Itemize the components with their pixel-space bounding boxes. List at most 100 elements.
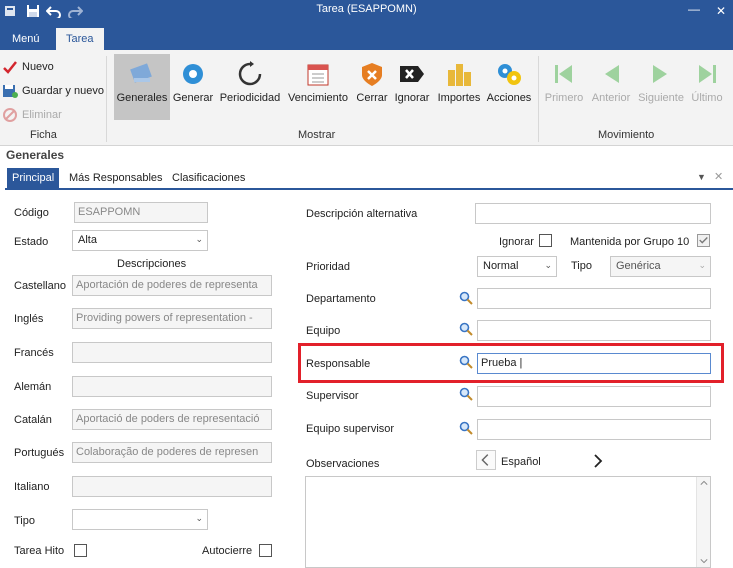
desc-alt-label: Descripción alternativa xyxy=(306,208,418,220)
desc-catalan-field[interactable]: Aportació de poders de representació xyxy=(72,409,272,430)
shield-x-icon xyxy=(362,63,382,86)
chevron-left-icon xyxy=(481,454,489,466)
language-prev-button[interactable] xyxy=(476,450,496,470)
tipo-right-select[interactable]: Genérica ⌄ xyxy=(610,256,711,277)
chevron-down-icon[interactable] xyxy=(698,557,710,565)
cerrar-button[interactable]: Cerrar xyxy=(354,54,390,120)
last-label: Último xyxy=(691,92,723,104)
ignorar-button[interactable]: Ignorar xyxy=(394,54,430,120)
tab-mas-responsables[interactable]: Más Responsables xyxy=(64,168,168,189)
last-button[interactable]: Último xyxy=(688,54,726,120)
search-icon[interactable] xyxy=(459,421,473,435)
checkmark-icon xyxy=(3,61,17,74)
generar-label: Generar xyxy=(172,92,214,104)
close-icon[interactable]: ✕ xyxy=(716,4,726,18)
search-icon[interactable] xyxy=(459,355,473,369)
tipo-select[interactable]: ⌄ xyxy=(72,509,208,530)
ignorar-checkbox[interactable] xyxy=(539,234,552,247)
estado-label: Estado xyxy=(14,236,49,248)
chevron-down-icon: ⌄ xyxy=(698,260,706,270)
tarea-hito-checkbox[interactable] xyxy=(74,544,87,557)
generales-button[interactable]: Generales xyxy=(114,54,170,120)
minimize-icon[interactable]: — xyxy=(688,2,700,16)
departamento-field[interactable] xyxy=(477,288,711,309)
prioridad-select[interactable]: Normal ⌄ xyxy=(477,256,557,277)
periodicidad-button[interactable]: Periodicidad xyxy=(218,54,282,120)
periodicidad-label: Periodicidad xyxy=(219,92,281,104)
previous-button[interactable]: Anterior xyxy=(588,54,634,120)
mantenida-checkbox[interactable] xyxy=(697,234,710,247)
search-icon[interactable] xyxy=(459,322,473,336)
supervisor-field[interactable] xyxy=(477,386,711,407)
ignorar-label: Ignorar xyxy=(394,92,430,104)
chevron-down-icon: ⌄ xyxy=(544,260,552,270)
equipo-supervisor-field[interactable] xyxy=(477,419,711,440)
desc-italiano-field[interactable] xyxy=(72,476,272,497)
tabs-dropdown-icon[interactable]: ▼ xyxy=(697,172,706,182)
chevron-up-icon[interactable] xyxy=(698,479,710,487)
first-button[interactable]: Primero xyxy=(542,54,586,120)
save-new-button[interactable]: Guardar y nuevo xyxy=(2,82,104,100)
last-icon xyxy=(699,65,716,83)
estado-value: Alta xyxy=(78,234,97,246)
check-icon xyxy=(699,237,708,244)
lang-label-frances: Francés xyxy=(14,347,54,359)
tabs-close-icon[interactable]: ✕ xyxy=(714,170,723,183)
lang-label-castellano: Castellano xyxy=(14,280,66,292)
importes-button[interactable]: Importes xyxy=(434,54,484,120)
importes-label: Importes xyxy=(437,92,481,104)
lang-label-ingles: Inglés xyxy=(14,313,44,325)
next-button[interactable]: Siguiente xyxy=(636,54,686,120)
generar-button[interactable]: Generar xyxy=(172,54,214,120)
acciones-button[interactable]: Acciones xyxy=(486,54,532,120)
desc-aleman-field[interactable] xyxy=(72,376,272,397)
delete-button[interactable]: Eliminar xyxy=(2,106,62,124)
codigo-field[interactable]: ESAPPOMN xyxy=(74,202,208,223)
title-bar: Tarea (ESAPPOMN) — ✕ xyxy=(0,0,733,28)
previous-icon xyxy=(605,65,619,83)
lang-label-catalan: Catalán xyxy=(14,414,52,426)
tab-menu[interactable]: Menú xyxy=(2,28,50,50)
desc-frances-field[interactable] xyxy=(72,342,272,363)
supervisor-label: Supervisor xyxy=(306,390,359,402)
ribbon: Nuevo Guardar y nuevo Eliminar Ficha Gen… xyxy=(0,50,733,146)
equipo-field[interactable] xyxy=(477,320,711,341)
chevron-down-icon: ⌄ xyxy=(195,234,203,244)
desc-portugues-field[interactable]: Colaboração de poderes de represen xyxy=(72,442,272,463)
vencimiento-button[interactable]: Vencimiento xyxy=(286,54,350,120)
observaciones-textarea[interactable] xyxy=(305,476,711,568)
chevron-right-icon[interactable] xyxy=(590,452,606,470)
autocierre-checkbox[interactable] xyxy=(259,544,272,557)
equipo-supervisor-label: Equipo supervisor xyxy=(306,423,395,435)
mostrar-group-label: Mostrar xyxy=(298,129,336,141)
prioridad-label: Prioridad xyxy=(306,261,351,273)
new-button[interactable]: Nuevo xyxy=(2,58,54,76)
departamento-label: Departamento xyxy=(306,293,376,305)
ignorar-label: Ignorar xyxy=(499,236,534,248)
lang-label-aleman: Alemán xyxy=(14,381,52,393)
search-icon[interactable] xyxy=(459,387,473,401)
scrollbar[interactable] xyxy=(696,477,710,567)
prioridad-value: Normal xyxy=(483,260,519,272)
acciones-label: Acciones xyxy=(486,92,532,104)
cancel-tag-icon xyxy=(400,66,424,82)
tab-principal[interactable]: Principal xyxy=(7,168,60,189)
responsable-field[interactable]: Prueba | xyxy=(477,353,711,374)
search-icon[interactable] xyxy=(459,291,473,305)
estado-select[interactable]: Alta ⌄ xyxy=(72,230,208,251)
desc-castellano-field[interactable]: Aportación de poderes de representa xyxy=(72,275,272,296)
tipo-label: Tipo xyxy=(14,515,35,527)
autocierre-label: Autocierre xyxy=(202,545,253,557)
save-new-icon xyxy=(3,85,18,98)
tab-clasificaciones[interactable]: Clasificaciones xyxy=(167,168,250,189)
descripciones-label: Descripciones xyxy=(117,258,187,270)
window-title: Tarea (ESAPPOMN) xyxy=(316,3,417,15)
brush-icon xyxy=(130,63,152,83)
language-label: Español xyxy=(501,456,541,468)
tab-task[interactable]: Tarea xyxy=(56,28,104,50)
vencimiento-label: Vencimiento xyxy=(288,92,348,104)
desc-alt-field[interactable] xyxy=(475,203,711,224)
desc-ingles-field[interactable]: Providing powers of representation - xyxy=(72,308,272,329)
coins-icon xyxy=(448,64,471,86)
delete-icon xyxy=(3,108,17,122)
